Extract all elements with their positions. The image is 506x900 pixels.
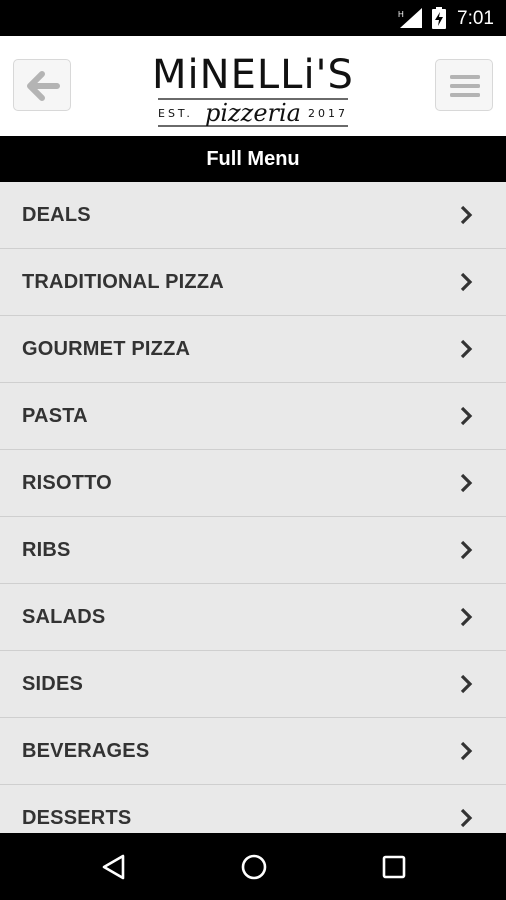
menu-item-pasta[interactable]: PASTA — [0, 383, 506, 450]
logo-year: 2017 — [308, 107, 348, 120]
menu-item-salads[interactable]: SALADS — [0, 584, 506, 651]
minellis-logo: MiNELLi'S EST. pizzeria 2017 — [150, 44, 356, 132]
menu-item-gourmet-pizza[interactable]: GOURMET PIZZA — [0, 316, 506, 383]
status-time: 7:01 — [457, 8, 494, 29]
menu-item-desserts[interactable]: DESSERTS — [0, 785, 506, 833]
signal-icon: H — [398, 8, 422, 28]
battery-charging-icon — [432, 7, 446, 29]
menu-item-label: DEALS — [22, 204, 91, 226]
menu-item-label: BEVERAGES — [22, 740, 150, 762]
menu-item-sides[interactable]: SIDES — [0, 651, 506, 718]
chevron-right-icon — [460, 741, 473, 761]
chevron-right-icon — [460, 540, 473, 560]
svg-text:H: H — [398, 10, 404, 19]
hamburger-icon — [450, 75, 480, 97]
menu-item-label: SIDES — [22, 673, 84, 695]
menu-item-traditional-pizza[interactable]: TRADITIONAL PIZZA — [0, 249, 506, 316]
menu-item-label: RISOTTO — [22, 472, 112, 494]
chevron-right-icon — [460, 406, 473, 426]
menu-item-risotto[interactable]: RISOTTO — [0, 450, 506, 517]
recents-square-icon[interactable] — [381, 854, 407, 880]
status-bar: H 7:01 — [0, 0, 506, 36]
logo-name: MiNELLi'S — [152, 52, 354, 98]
chevron-right-icon — [460, 205, 473, 225]
chevron-right-icon — [460, 473, 473, 493]
chevron-right-icon — [460, 272, 473, 292]
menu-item-label: RIBS — [22, 539, 71, 561]
menu-item-deals[interactable]: DEALS — [0, 182, 506, 249]
menu-button[interactable] — [435, 59, 493, 111]
logo-script: pizzeria — [205, 99, 301, 127]
arrow-left-icon — [27, 71, 60, 101]
menu-item-label: TRADITIONAL PIZZA — [22, 271, 224, 293]
chevron-right-icon — [460, 808, 473, 828]
menu-item-label: DESSERTS — [22, 807, 132, 829]
page-title-bar: Full Menu — [0, 136, 506, 182]
chevron-right-icon — [460, 607, 473, 627]
chevron-right-icon — [460, 674, 473, 694]
menu-item-label: PASTA — [22, 405, 88, 427]
menu-item-label: SALADS — [22, 606, 106, 628]
chevron-right-icon — [460, 339, 473, 359]
menu-list: DEALS TRADITIONAL PIZZA GOURMET PIZZA PA… — [0, 182, 506, 833]
back-triangle-icon[interactable] — [101, 853, 127, 881]
app-header: MiNELLi'S EST. pizzeria 2017 — [0, 36, 506, 136]
menu-item-ribs[interactable]: RIBS — [0, 517, 506, 584]
page-title: Full Menu — [206, 148, 300, 170]
system-nav-bar — [0, 833, 506, 900]
back-button[interactable] — [13, 59, 71, 111]
logo-est: EST. — [158, 107, 193, 120]
home-circle-icon[interactable] — [240, 853, 268, 881]
menu-item-label: GOURMET PIZZA — [22, 338, 191, 360]
menu-item-beverages[interactable]: BEVERAGES — [0, 718, 506, 785]
